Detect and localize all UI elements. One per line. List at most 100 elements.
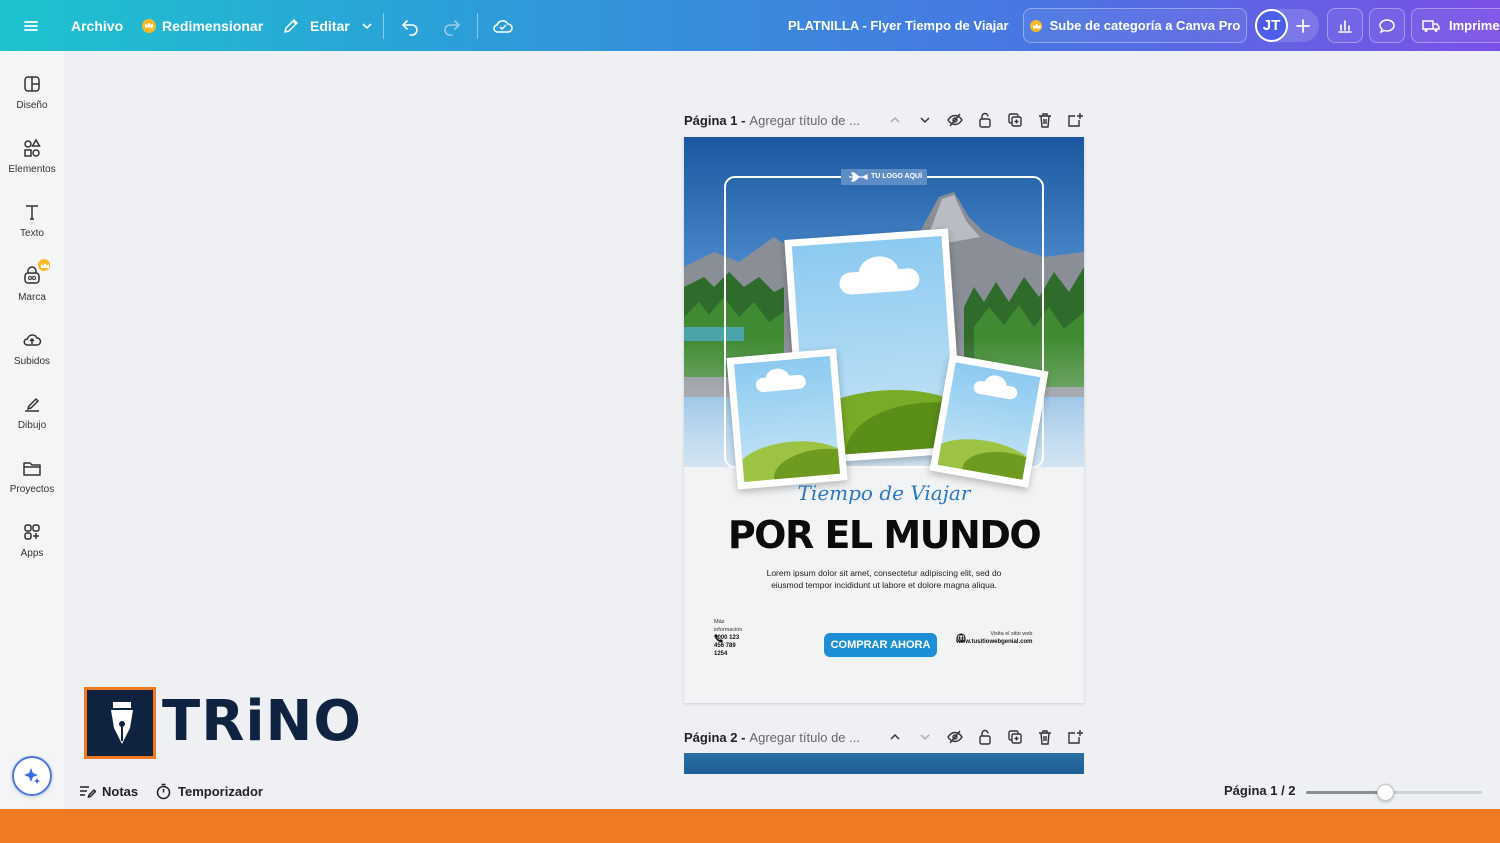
page-indicator-text: Página 1 / 2 [1224, 783, 1296, 798]
notes-icon [80, 786, 96, 799]
comments-button[interactable] [1369, 8, 1405, 43]
crown-icon [38, 259, 50, 271]
draw-icon [25, 397, 40, 412]
resize-label: Redimensionar [162, 17, 264, 34]
page-header-2: Página 2 - Agregar título de ... [684, 726, 1084, 748]
page-actions [886, 109, 1084, 131]
upload-icon [23, 334, 42, 346]
flyer-page-1[interactable]: TU LOGO AQUÍ Tiempo de Viajar POR EL MUN… [684, 137, 1084, 703]
layout-icon [24, 76, 40, 92]
hide-icon[interactable] [946, 111, 964, 129]
sidebar-item-draw[interactable]: Dibujo [0, 383, 64, 443]
timer-icon [156, 783, 171, 800]
trino-watermark: TRiNO [84, 687, 361, 759]
phone-number: +000 123 456 789 1254 [714, 635, 740, 657]
chevron-up-icon[interactable] [886, 728, 904, 746]
sidebar-item-label: Texto [20, 228, 44, 239]
document-title[interactable]: PLATNILLA - Flyer Tiempo de Viajar [788, 0, 1009, 51]
plus-icon[interactable] [1293, 16, 1313, 36]
web-label: Visita el sitio web [990, 631, 1033, 637]
edit-menu[interactable]: Editar [282, 0, 374, 51]
sidebar-item-design[interactable]: Diseño [0, 63, 64, 123]
page-actions [886, 726, 1084, 748]
edit-label: Editar [310, 17, 350, 34]
file-menu[interactable]: Archivo [71, 0, 123, 51]
upgrade-label: Sube de categoría a Canva Pro [1049, 18, 1241, 33]
avatar-initials: JT [1262, 17, 1281, 34]
logo-text: TU LOGO AQUÍ [870, 173, 923, 180]
crown-icon [142, 18, 156, 33]
flyer-website[interactable]: Visita el sitio web www.tusitiowebgenial… [956, 631, 1032, 645]
sidebar-item-apps[interactable]: Apps [0, 511, 64, 571]
flyer-page-2[interactable] [684, 753, 1084, 774]
flyer-body-text[interactable]: Lorem ipsum dolor sit amet, consectetur … [764, 567, 1004, 591]
upgrade-button[interactable]: Sube de categoría a Canva Pro [1023, 8, 1247, 43]
comment-icon [1379, 18, 1395, 33]
zoom-slider[interactable] [1306, 784, 1482, 801]
sidebar: Diseño Elementos Texto Marca Subidos Dib… [0, 51, 64, 809]
document-title-text: PLATNILLA - Flyer Tiempo de Viajar [788, 18, 1009, 33]
notes-button[interactable]: Notas [78, 783, 138, 799]
sidebar-item-uploads[interactable]: Subidos [0, 319, 64, 379]
sidebar-item-label: Elementos [8, 164, 56, 175]
chevron-up-icon[interactable] [886, 111, 904, 129]
add-page-icon[interactable] [1066, 728, 1084, 746]
info-label: Más información [714, 619, 743, 633]
text-icon [26, 205, 38, 220]
avatar[interactable]: JT [1255, 9, 1288, 42]
hamburger-icon [24, 20, 38, 31]
duplicate-icon[interactable] [1006, 111, 1024, 129]
insights-button[interactable] [1327, 8, 1363, 43]
divider [477, 13, 478, 39]
crown-icon [1029, 19, 1042, 32]
buy-now-label: COMPRAR AHORA [830, 639, 931, 651]
pen-nib-icon [84, 687, 156, 759]
cloud-save-status[interactable] [492, 0, 514, 51]
sidebar-item-text[interactable]: Texto [0, 191, 64, 251]
pencil-icon [284, 18, 298, 33]
flyer-main-title[interactable]: POR EL MUNDO [684, 513, 1084, 557]
chevron-down-icon[interactable] [916, 728, 934, 746]
photo-frame-left[interactable] [726, 348, 848, 490]
sidebar-item-elements[interactable]: Elementos [0, 127, 64, 187]
timer-button[interactable]: Temporizador [155, 783, 263, 800]
page-title: Página 1 - [684, 112, 746, 128]
collaborators-group: JT [1255, 9, 1319, 42]
page-header-1: Página 1 - Agregar título de ... [684, 109, 1084, 131]
flyer-contact[interactable]: Más información +000 123 456 789 1254 [714, 619, 742, 657]
file-label: Archivo [71, 17, 124, 34]
add-page-icon[interactable] [1066, 111, 1084, 129]
sidebar-item-label: Diseño [16, 100, 48, 111]
page-title-input[interactable]: Agregar título de ... [749, 730, 860, 745]
flyer-script-title[interactable]: Tiempo de Viajar [684, 481, 1084, 505]
notes-label: Notas [102, 783, 139, 799]
resize-button[interactable]: Redimensionar [142, 0, 263, 51]
chevron-down-icon[interactable] [916, 111, 934, 129]
zoom-slider-thumb[interactable] [1377, 784, 1395, 801]
lock-icon[interactable] [976, 111, 994, 129]
redo-button[interactable] [442, 0, 462, 51]
sidebar-item-label: Marca [18, 292, 46, 303]
divider [383, 13, 384, 39]
redo-icon [444, 19, 461, 36]
photo-frame-right[interactable] [929, 354, 1049, 488]
elements-icon [24, 138, 41, 157]
page-title-input[interactable]: Agregar título de ... [749, 113, 860, 128]
undo-icon [401, 19, 418, 36]
hide-icon[interactable] [946, 728, 964, 746]
sidebar-item-label: Proyectos [9, 484, 55, 495]
sidebar-item-brand[interactable]: Marca [0, 255, 64, 315]
trash-icon[interactable] [1036, 111, 1054, 129]
page-indicator[interactable]: Página 1 / 2 [1224, 783, 1296, 798]
trash-icon[interactable] [1036, 728, 1054, 746]
menu-button[interactable] [22, 0, 40, 51]
sidebar-item-projects[interactable]: Proyectos [0, 447, 64, 507]
web-url: www.tusitiowebgenial.com [956, 639, 1033, 645]
chevron-down-icon [362, 22, 372, 29]
lock-icon[interactable] [976, 728, 994, 746]
undo-button[interactable] [400, 0, 420, 51]
duplicate-icon[interactable] [1006, 728, 1024, 746]
buy-now-button[interactable]: COMPRAR AHORA [824, 633, 937, 657]
flyer-logo: TU LOGO AQUÍ [844, 170, 926, 183]
print-button[interactable]: Imprime [1411, 8, 1500, 43]
